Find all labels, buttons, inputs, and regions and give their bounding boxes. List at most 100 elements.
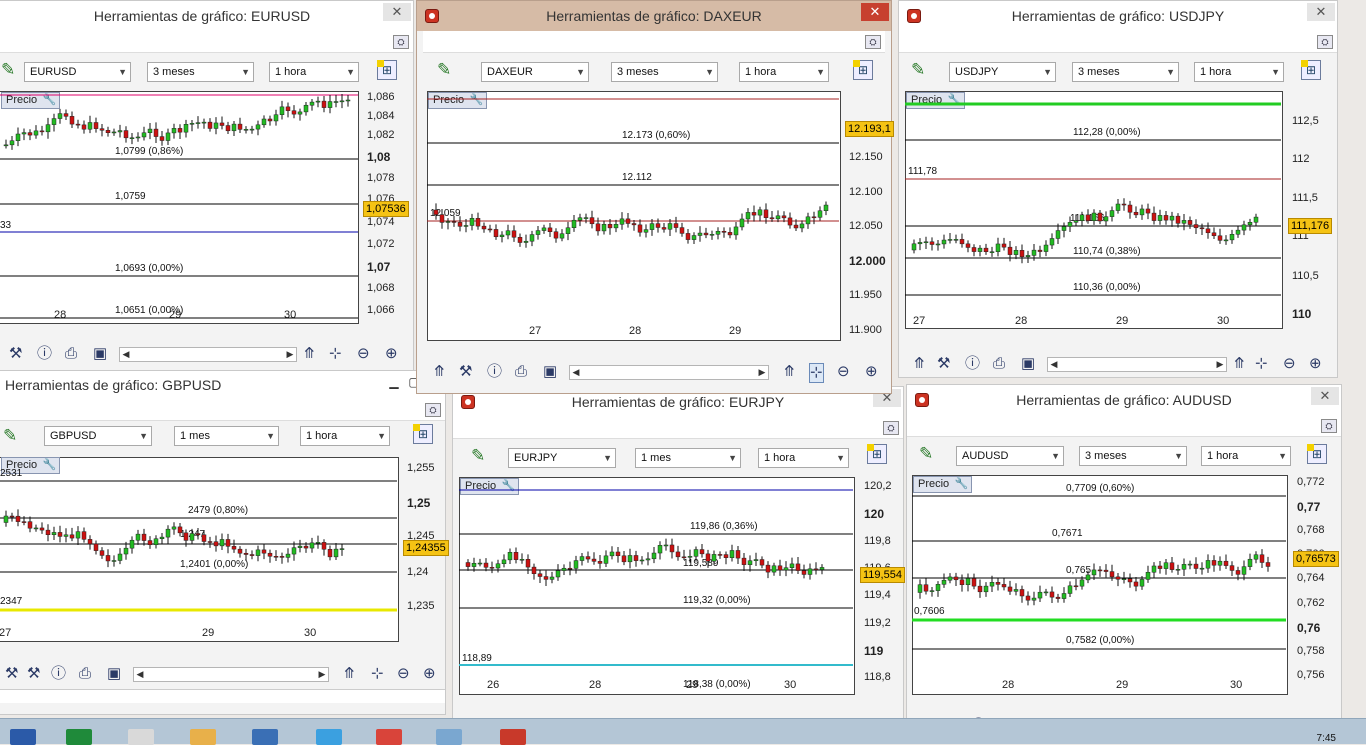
close-button[interactable]: ✕ — [383, 3, 411, 21]
scrollbar[interactable]: ◀▶ — [1047, 357, 1227, 372]
symbol-select[interactable]: GBPUSD ▼ — [44, 426, 152, 446]
interval-select[interactable]: 1 hora ▼ — [739, 62, 829, 82]
info-icon[interactable]: ⓘ — [965, 355, 980, 373]
zoom-in-icon[interactable]: ⊕ — [423, 665, 436, 683]
indicators-icon[interactable]: ⚒ — [459, 363, 472, 381]
settings-icon[interactable]: ⛭ — [425, 403, 441, 417]
draw-tool-icon[interactable]: ✎ — [1, 60, 15, 80]
scrollbar[interactable]: ◀▶ — [133, 667, 329, 682]
period-select[interactable]: 3 meses ▼ — [1079, 446, 1187, 466]
print-icon[interactable]: ⎙ — [993, 355, 1005, 373]
draw-tool-icon[interactable]: ✎ — [3, 426, 17, 446]
zoom-fit-icon[interactable]: ⊹ — [329, 345, 342, 363]
window-gbpusd[interactable]: Herramientas de gráfico: GBPUSD ▁ ▢ ⛭ ✎ … — [0, 370, 446, 715]
draw-tool-icon[interactable]: ✎ — [437, 60, 451, 80]
info-icon[interactable]: ⓘ — [487, 363, 502, 381]
titlebar[interactable]: Herramientas de gráfico: AUDUSD ✕ — [907, 385, 1341, 415]
chart-icon[interactable]: ⤊ — [783, 363, 796, 381]
settings-icon[interactable]: ⛭ — [1321, 419, 1337, 433]
zoom-in-icon[interactable]: ⊕ — [1309, 355, 1322, 373]
symbol-select[interactable]: EURUSD ▼ — [24, 62, 131, 82]
wrench-icon[interactable]: 🔧 — [469, 93, 483, 108]
taskbar-app-icon[interactable] — [436, 729, 462, 745]
settings-icon[interactable]: ⛭ — [865, 35, 881, 49]
titlebar[interactable]: Herramientas de gráfico: DAXEUR ✕ — [417, 1, 891, 31]
window-eurjpy[interactable]: Herramientas de gráfico: EURJPY ✕ ⛭ ✎ EU… — [452, 386, 904, 736]
chart-icon[interactable]: ⤊ — [343, 665, 356, 683]
chart-type-icon[interactable]: ⊞ — [867, 444, 887, 464]
period-select[interactable]: 3 meses ▼ — [147, 62, 254, 82]
save-icon[interactable]: ▣ — [107, 665, 121, 683]
save-icon[interactable]: ▣ — [543, 363, 557, 381]
zoom-out-icon[interactable]: ⊖ — [1283, 355, 1296, 373]
taskbar-app-icon[interactable] — [128, 729, 154, 745]
interval-select[interactable]: 1 hora ▼ — [1201, 446, 1291, 466]
taskbar-app-icon[interactable] — [66, 729, 92, 745]
titlebar[interactable]: Herramientas de gráfico: USDJPY ✕ — [899, 1, 1337, 31]
draw-tool-icon[interactable]: ✎ — [471, 446, 485, 466]
wrench-icon[interactable]: 🔧 — [42, 93, 56, 108]
horizontal-scrollbar[interactable] — [0, 689, 445, 703]
chart-type-icon[interactable]: ⊞ — [853, 60, 873, 80]
start-button[interactable] — [10, 729, 36, 745]
draw-tool-icon[interactable]: ✎ — [919, 444, 933, 464]
save-icon[interactable]: ▣ — [93, 345, 107, 363]
indicators-icon[interactable]: ⚒ — [937, 355, 950, 373]
taskbar-app-icon[interactable] — [500, 729, 526, 745]
chart-area[interactable] — [0, 91, 359, 324]
print-icon[interactable]: ⎙ — [65, 345, 77, 363]
chart-type-icon[interactable]: ⊞ — [1307, 444, 1327, 464]
settings-icon[interactable]: ⛭ — [1317, 35, 1333, 49]
period-select[interactable]: 1 mes ▼ — [635, 448, 741, 468]
indicators-icon[interactable]: ⚒ — [27, 665, 40, 683]
indicators-icon[interactable]: ⚒ — [9, 345, 22, 363]
draw-tool-icon[interactable]: ✎ — [911, 60, 925, 80]
chart-area[interactable] — [0, 457, 399, 642]
zoom-fit-icon[interactable]: ⊹ — [371, 665, 384, 683]
scrollbar[interactable]: ◀▶ — [569, 365, 769, 380]
browser-icon[interactable] — [316, 729, 342, 745]
scrollbar[interactable]: ◀▶ — [119, 347, 297, 362]
symbol-select[interactable]: EURJPY ▼ — [508, 448, 616, 468]
interval-select[interactable]: 1 hora ▼ — [1194, 62, 1284, 82]
save-icon[interactable]: ▣ — [1021, 355, 1035, 373]
wrench-icon[interactable]: 🔧 — [501, 479, 515, 494]
settings-icon[interactable]: ⛭ — [883, 421, 899, 435]
close-button[interactable]: ✕ — [1311, 387, 1339, 405]
symbol-select[interactable]: DAXEUR ▼ — [481, 62, 589, 82]
zoom-in-icon[interactable]: ⊕ — [865, 363, 878, 381]
symbol-select[interactable]: AUDUSD ▼ — [956, 446, 1064, 466]
chart-area[interactable] — [459, 477, 855, 695]
indicators-icon[interactable]: ⚒ — [5, 665, 18, 683]
window-daxeur[interactable]: Herramientas de gráfico: DAXEUR ✕ ⛭ ✎ DA… — [416, 0, 892, 394]
period-select[interactable]: 3 meses ▼ — [611, 62, 718, 82]
zoom-out-icon[interactable]: ⊖ — [357, 345, 370, 363]
browser-icon[interactable] — [376, 729, 402, 745]
close-button[interactable]: ✕ — [861, 3, 889, 21]
period-select[interactable]: 1 mes ▼ — [174, 426, 279, 446]
chart-type-icon[interactable]: ⊞ — [413, 424, 433, 444]
interval-select[interactable]: 1 hora ▼ — [300, 426, 390, 446]
print-icon[interactable]: ⎙ — [515, 363, 527, 381]
zoom-fit-icon[interactable]: ⊹ — [809, 363, 824, 383]
chart-icon[interactable]: ⤊ — [433, 363, 446, 381]
info-icon[interactable]: ⓘ — [51, 665, 66, 683]
chart-type-icon[interactable]: ⊞ — [377, 60, 397, 80]
interval-select[interactable]: 1 hora ▼ — [269, 62, 359, 82]
titlebar[interactable]: Herramientas de gráfico: GBPUSD ▁ ▢ — [0, 371, 445, 399]
folder-icon[interactable] — [190, 729, 216, 745]
chart-type-icon[interactable]: ⊞ — [1301, 60, 1321, 80]
taskbar-app-icon[interactable] — [252, 729, 278, 745]
wrench-icon[interactable]: 🔧 — [42, 458, 56, 473]
wrench-icon[interactable]: 🔧 — [954, 477, 968, 492]
chart-area[interactable] — [912, 475, 1288, 695]
zoom-out-icon[interactable]: ⊖ — [397, 665, 410, 683]
zoom-fit-icon[interactable]: ⊹ — [1255, 355, 1268, 373]
period-select[interactable]: 3 meses ▼ — [1072, 62, 1179, 82]
symbol-select[interactable]: USDJPY ▼ — [949, 62, 1056, 82]
zoom-out-icon[interactable]: ⊖ — [837, 363, 850, 381]
wrench-icon[interactable]: 🔧 — [947, 93, 961, 108]
chart-icon[interactable]: ⤊ — [1233, 355, 1246, 373]
zoom-in-icon[interactable]: ⊕ — [385, 345, 398, 363]
minimize-button[interactable]: ▁ — [387, 375, 401, 389]
